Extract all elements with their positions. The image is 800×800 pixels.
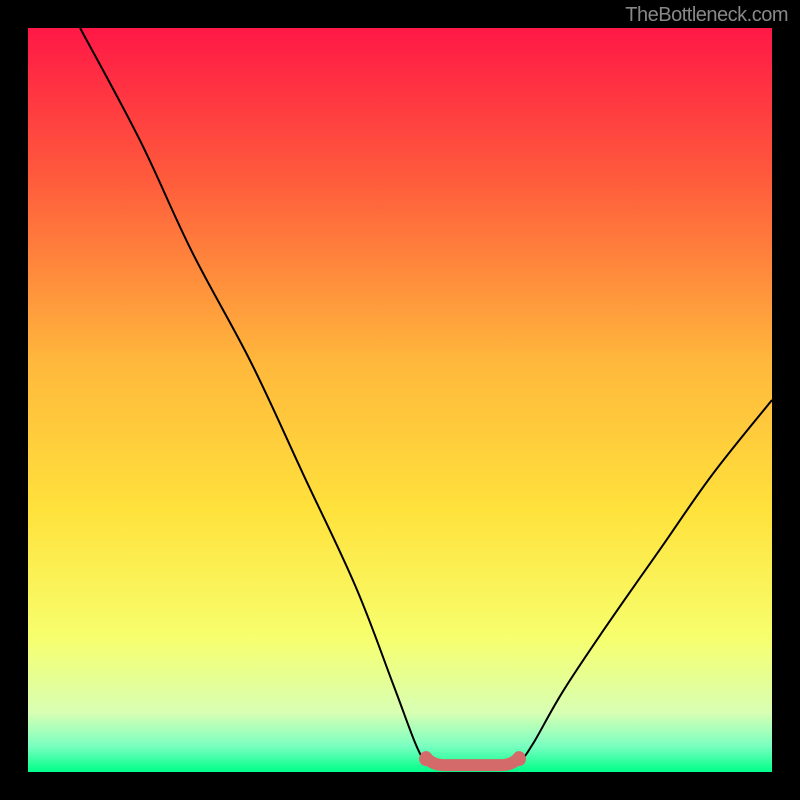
optimal-region-end-dot	[512, 752, 526, 766]
bottleneck-chart	[0, 0, 800, 800]
chart-container: TheBottleneck.com	[0, 0, 800, 800]
attribution-text: TheBottleneck.com	[625, 4, 788, 27]
optimal-region-start-dot	[419, 752, 433, 766]
